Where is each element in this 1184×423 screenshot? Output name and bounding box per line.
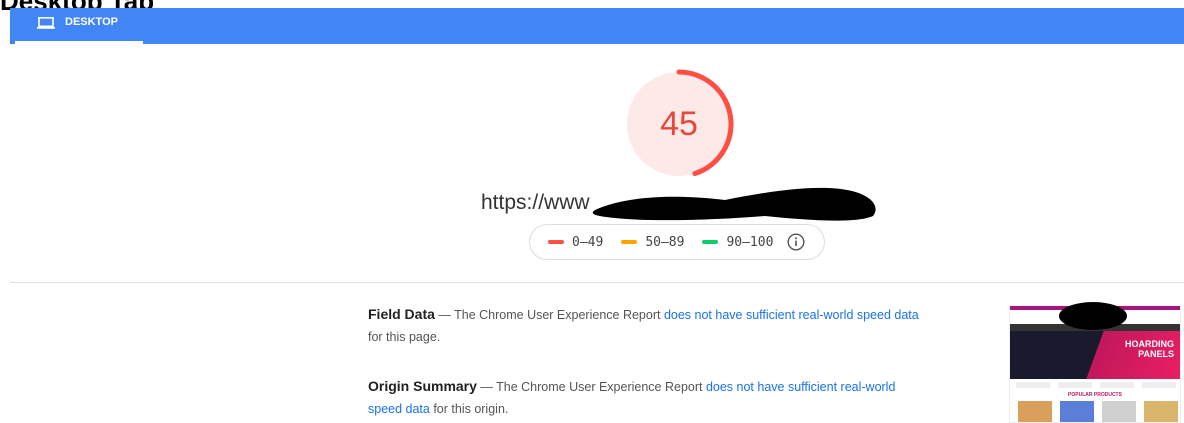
info-icon[interactable] [787, 233, 805, 251]
laptop-icon [37, 17, 55, 32]
thumbnail-hero-title-2: PANELS [1138, 349, 1174, 359]
thumbnail-product [1144, 401, 1178, 422]
legend-range-average: 50–89 [645, 234, 685, 250]
field-data-sep: — The Chrome User Experience Report [434, 308, 664, 322]
origin-summary-section: Origin Summary — The Chrome User Experie… [368, 375, 928, 420]
thumbnail-feature [1100, 382, 1134, 388]
legend-item-fail: 0–49 [548, 235, 603, 250]
legend-range-pass: 90–100 [726, 234, 774, 250]
thumbnail-feature-row [1016, 382, 1176, 392]
score-legend: 0–49 50–89 90–100 [529, 224, 825, 260]
performance-score: 45 [660, 104, 698, 143]
tab-desktop[interactable]: DESKTOP [15, 8, 143, 44]
thumbnail-feature [1016, 382, 1050, 388]
legend-item-average: 50–89 [621, 235, 684, 250]
field-data-section: Field Data — The Chrome User Experience … [368, 303, 928, 348]
legend-swatch-green [702, 240, 719, 244]
legend-swatch-orange [621, 240, 638, 244]
thumbnail-hero-title-1: HOARDING [1125, 339, 1174, 349]
thumbnail-hero: HOARDING PANELS [1010, 331, 1180, 379]
legend-range-fail: 0–49 [572, 234, 604, 250]
section-divider [10, 282, 1184, 283]
thumbnail-products [1018, 401, 1178, 422]
origin-summary-sep: — The Chrome User Experience Report [476, 380, 706, 394]
thumbnail-feature [1058, 382, 1092, 388]
tested-url-text: https://www [481, 191, 590, 214]
tab-desktop-label: DESKTOP [65, 16, 118, 28]
thumbnail-product [1060, 401, 1094, 422]
origin-summary-suffix: for this origin. [429, 402, 509, 416]
thumbnail-product [1102, 401, 1136, 422]
thumbnail-hero-text: HOARDING PANELS [1125, 339, 1174, 359]
thumbnail-popular-heading: POPULAR PRODUCTS [1068, 392, 1122, 398]
field-data-title: Field Data [368, 306, 435, 322]
field-data-link[interactable]: does not have sufficient real-world spee… [664, 308, 919, 322]
device-tab-bar: DESKTOP [10, 8, 1184, 44]
origin-summary-title: Origin Summary [368, 378, 477, 394]
url-redaction-mark [592, 187, 876, 221]
thumbnail-redaction-mark [1059, 302, 1127, 330]
legend-item-pass: 90–100 [702, 235, 773, 250]
thumbnail-product [1018, 401, 1052, 422]
active-tab-indicator [15, 41, 143, 44]
legend-swatch-red [548, 240, 564, 244]
tested-url: https://www [481, 191, 590, 215]
thumbnail-feature [1142, 382, 1176, 388]
field-data-suffix: for this page. [368, 330, 441, 344]
